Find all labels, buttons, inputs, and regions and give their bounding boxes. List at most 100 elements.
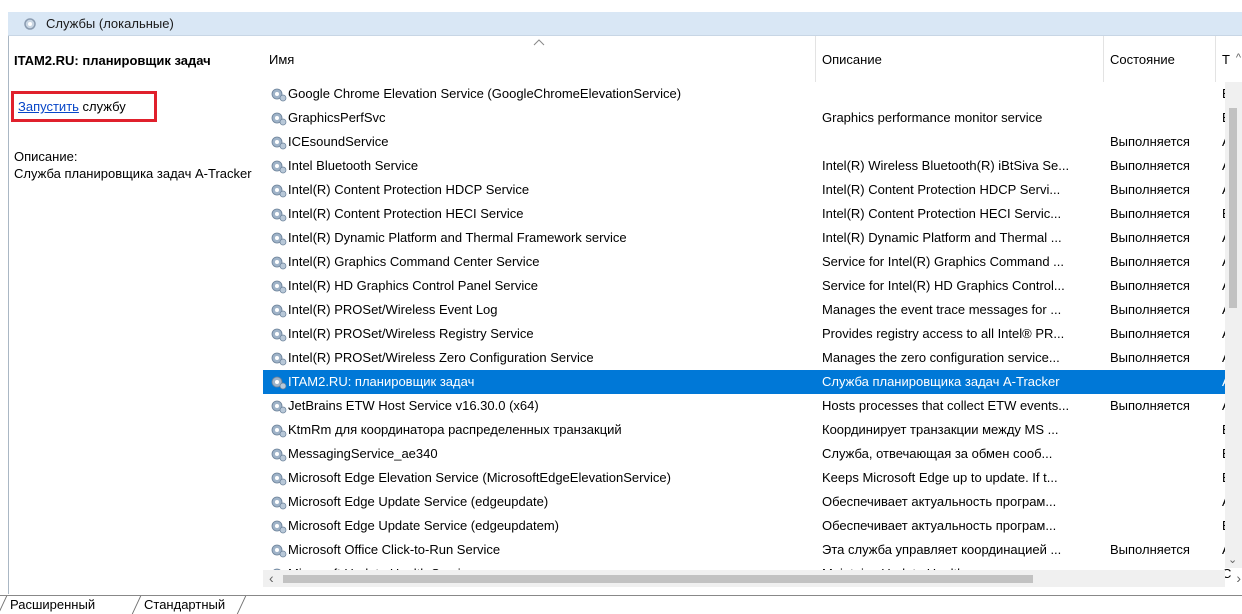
service-description-cell: Intel(R) Wireless Bluetooth(R) iBtSiva S… [822, 158, 1070, 173]
service-gear-icon [269, 277, 287, 295]
scroll-left-icon[interactable]: ‹ [269, 570, 274, 587]
service-state-cell [1110, 442, 1202, 466]
service-state-cell [1110, 490, 1202, 514]
service-name-cell: Microsoft Office Click-to-Run Service [269, 538, 815, 562]
service-row[interactable]: Intel(R) Content Protection HDCP Service… [263, 178, 1242, 202]
service-gear-icon [269, 373, 287, 391]
tab-extended[interactable]: Расширенный [6, 596, 99, 614]
service-name: Intel(R) PROSet/Wireless Event Log [288, 302, 498, 317]
service-row[interactable]: Microsoft Edge Elevation Service (Micros… [263, 466, 1242, 490]
services-list[interactable]: Имя Описание Состояние Т Google Chrome E… [263, 36, 1242, 594]
service-name: Google Chrome Elevation Service (GoogleC… [288, 86, 682, 101]
service-description: Служба планировщика задач A-Tracker [14, 166, 252, 181]
start-service-link[interactable]: Запустить [18, 99, 79, 114]
service-description-cell: Служба планировщика задач A-Tracker [822, 374, 1060, 389]
service-row[interactable]: Google Chrome Elevation Service (GoogleC… [263, 82, 1242, 106]
service-row[interactable]: Microsoft Edge Update Service (edgeupdat… [263, 514, 1242, 538]
service-gear-icon [269, 517, 287, 535]
service-state-cell: Выполняется [1110, 182, 1190, 197]
service-description-cell: Служба, отвечающая за обмен сооб... [822, 446, 1053, 461]
service-description-cell [822, 130, 1104, 154]
service-row[interactable]: Intel(R) PROSet/Wireless Event Log Manage… [263, 298, 1242, 322]
service-row[interactable]: Intel Bluetooth Service Intel(R) Wireless… [263, 154, 1242, 178]
service-name: Intel(R) Graphics Command Center Service [288, 254, 540, 269]
service-name: Microsoft Edge Update Service (edgeupdat… [288, 494, 549, 509]
scroll-up-icon[interactable]: ^ [1236, 52, 1241, 64]
service-name: Microsoft Edge Update Service (edgeupdat… [288, 518, 559, 533]
service-gear-icon [269, 493, 287, 511]
service-description-cell: Intel(R) Content Protection HDCP Servi..… [822, 182, 1061, 197]
service-row[interactable]: JetBrains ETW Host Service v16.30.0 (x64… [263, 394, 1242, 418]
service-description-cell: Manages the event trace messages for ... [822, 302, 1062, 317]
service-name-cell: Intel(R) Content Protection HECI Service [269, 202, 815, 226]
service-gear-icon [269, 445, 287, 463]
service-gear-icon [269, 85, 287, 103]
service-name-cell: JetBrains ETW Host Service v16.30.0 (x64… [269, 394, 815, 418]
service-name: Microsoft Office Click-to-Run Service [288, 542, 501, 557]
window-titlebar: Службы (локальные) [8, 12, 1242, 36]
service-name-cell: Microsoft Edge Elevation Service (Micros… [269, 466, 815, 490]
service-description-cell [822, 82, 1104, 106]
start-service-action: Запустить службу [11, 91, 157, 122]
service-row[interactable]: Microsoft Edge Update Service (edgeupdat… [263, 490, 1242, 514]
service-row[interactable]: Intel(R) Graphics Command Center Service… [263, 250, 1242, 274]
service-state-cell: Выполняется [1110, 206, 1190, 221]
service-description-cell: Координирует транзакции между MS ... [822, 422, 1059, 437]
service-state-cell: Выполняется [1110, 254, 1190, 269]
service-gear-icon [269, 421, 287, 439]
service-name-cell: Intel(R) Dynamic Platform and Thermal Fr… [269, 226, 815, 250]
service-gear-icon [269, 109, 287, 127]
horizontal-scrollbar[interactable]: ‹ › [263, 570, 1241, 587]
service-description-cell: Hosts processes that collect ETW events.… [822, 398, 1070, 413]
service-name-cell: Intel(R) Graphics Command Center Service [269, 250, 815, 274]
service-name-cell: Google Chrome Elevation Service (GoogleC… [269, 82, 815, 106]
service-row[interactable]: MessagingService_ae340 Служба, отвечающая… [263, 442, 1242, 466]
tab-standard[interactable]: Стандартный [140, 596, 229, 614]
service-row[interactable]: Intel(R) Content Protection HECI Service… [263, 202, 1242, 226]
service-gear-icon [269, 133, 287, 151]
service-state-cell: Выполняется [1110, 542, 1190, 557]
service-state-cell [1110, 82, 1202, 106]
service-row[interactable]: GraphicsPerfSvc Graphics performance moni… [263, 106, 1242, 130]
service-row[interactable]: Microsoft Office Click-to-Run Service Эта… [263, 538, 1242, 562]
service-name-cell: Intel(R) Content Protection HDCP Service [269, 178, 815, 202]
service-gear-icon [269, 325, 287, 343]
tab-separator [236, 596, 247, 614]
horizontal-scroll-thumb[interactable] [283, 575, 1033, 583]
service-row[interactable]: ICEsoundServiceВыполняетсяА [263, 130, 1242, 154]
service-state-cell [1110, 418, 1202, 442]
vertical-scroll-thumb[interactable] [1229, 108, 1237, 308]
scroll-right-icon[interactable]: › [1236, 570, 1241, 587]
service-name-cell: ITAM2.RU: планировщик задач [269, 370, 815, 394]
column-header-description[interactable]: Описание [816, 36, 1104, 82]
service-gear-icon [269, 229, 287, 247]
service-state-cell: Выполняется [1110, 350, 1190, 365]
service-state-cell: Выполняется [1110, 230, 1190, 245]
service-state-cell: Выполняется [1110, 158, 1190, 173]
scroll-down-icon[interactable]: ⌄ [1228, 553, 1237, 566]
service-description-cell: Intel(R) Dynamic Platform and Thermal ..… [822, 230, 1062, 245]
service-state-cell: Выполняется [1110, 278, 1190, 293]
service-name-cell: Intel(R) HD Graphics Control Panel Servi… [269, 274, 815, 298]
service-state-cell [1110, 466, 1202, 490]
service-name: Intel Bluetooth Service [288, 158, 419, 173]
service-row[interactable]: Intel(R) Dynamic Platform and Thermal Fr… [263, 226, 1242, 250]
details-pane: ITAM2.RU: планировщик задач Запустить сл… [8, 36, 263, 594]
service-row[interactable]: KtmRm для координатора распределенных тр… [263, 418, 1242, 442]
service-name-cell: KtmRm для координатора распределенных тр… [269, 418, 815, 442]
service-row[interactable]: Intel(R) HD Graphics Control Panel Servi… [263, 274, 1242, 298]
service-gear-icon [269, 397, 287, 415]
service-gear-icon [269, 205, 287, 223]
service-row[interactable]: Intel(R) PROSet/Wireless Zero Configurat… [263, 346, 1242, 370]
service-row[interactable]: Intel(R) PROSet/Wireless Registry Servic… [263, 322, 1242, 346]
service-name: Intel(R) Content Protection HDCP Service [288, 182, 530, 197]
column-header-state[interactable]: Состояние [1104, 36, 1216, 82]
service-name-cell: MessagingService_ae340 [269, 442, 815, 466]
service-name: Microsoft Edge Elevation Service (Micros… [288, 470, 671, 485]
window-title: Службы (локальные) [46, 16, 174, 31]
service-name: Intel(R) Content Protection HECI Service [288, 206, 524, 221]
start-service-suffix: службу [78, 99, 126, 114]
column-header-name[interactable]: Имя [263, 36, 816, 82]
service-row[interactable]: ITAM2.RU: планировщик задач Служба планир… [263, 370, 1242, 394]
vertical-scrollbar[interactable]: ⌄ [1225, 82, 1242, 568]
